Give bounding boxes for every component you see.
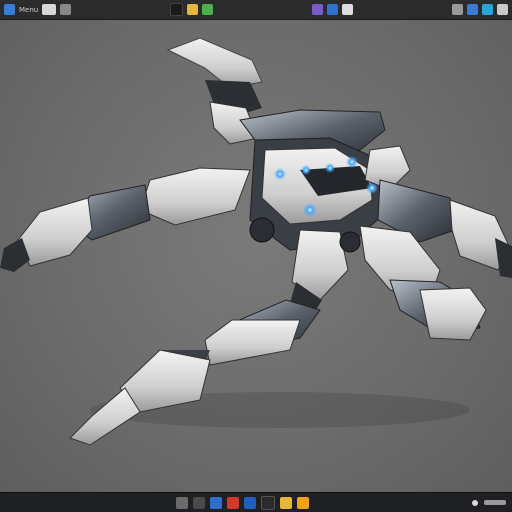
menu-label[interactable]: Menu bbox=[19, 6, 38, 14]
tray-clock[interactable] bbox=[484, 500, 506, 505]
orange-app-icon[interactable] bbox=[297, 496, 309, 509]
arrow-icon[interactable] bbox=[60, 4, 72, 15]
yellow-folder-icon[interactable] bbox=[280, 496, 292, 509]
right-foot bbox=[419, 287, 487, 341]
robot-render bbox=[0, 37, 512, 446]
toolbar-center-group bbox=[312, 4, 354, 15]
purple-icon[interactable] bbox=[312, 4, 324, 15]
left-forearm bbox=[17, 197, 93, 267]
light-5 bbox=[303, 203, 317, 217]
logo-icon[interactable] bbox=[42, 4, 57, 15]
dark-icon[interactable] bbox=[170, 3, 184, 16]
taskbar-apps bbox=[176, 495, 309, 510]
window-icon[interactable] bbox=[193, 496, 205, 509]
toolbar-middle-group bbox=[170, 3, 214, 16]
window-icon[interactable] bbox=[4, 4, 15, 15]
hip-joint-left bbox=[249, 217, 275, 243]
light-2 bbox=[301, 165, 311, 175]
light-1 bbox=[274, 168, 286, 180]
left-toe bbox=[69, 387, 141, 446]
yellow-folder-icon[interactable] bbox=[187, 4, 199, 15]
blue2-app-icon[interactable] bbox=[244, 496, 256, 509]
light-4 bbox=[346, 156, 358, 168]
red-app-icon[interactable] bbox=[227, 496, 239, 509]
left-shin-armor bbox=[204, 319, 301, 366]
top-toolbar: Menu bbox=[0, 0, 512, 20]
hip-joint-right bbox=[339, 231, 361, 253]
green-icon[interactable] bbox=[202, 4, 214, 15]
blue-app-icon[interactable] bbox=[210, 496, 222, 509]
taskbar bbox=[0, 492, 512, 512]
gear2-icon[interactable] bbox=[497, 4, 508, 15]
app-icon[interactable] bbox=[467, 4, 478, 15]
light-3 bbox=[325, 163, 335, 173]
tray-status-icon[interactable] bbox=[472, 499, 478, 506]
folder-icon[interactable] bbox=[176, 496, 188, 509]
cube-icon[interactable] bbox=[327, 4, 339, 15]
3d-viewport[interactable] bbox=[0, 20, 512, 492]
system-tray bbox=[472, 499, 506, 506]
toolbar-left-group: Menu bbox=[4, 4, 72, 15]
upper-left-arm bbox=[139, 167, 251, 226]
toolbar-right-group bbox=[452, 4, 508, 15]
dark-app-icon[interactable] bbox=[261, 495, 275, 510]
gear-icon[interactable] bbox=[452, 4, 463, 15]
square-icon[interactable] bbox=[482, 4, 493, 15]
globe-icon[interactable] bbox=[342, 4, 354, 15]
